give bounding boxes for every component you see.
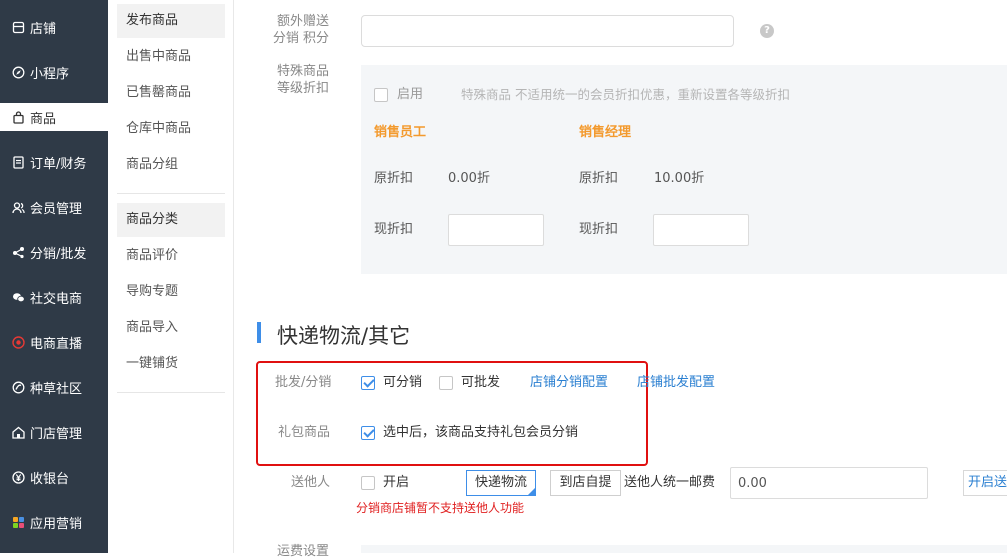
label-line: 特殊商品 [276,64,329,79]
level-name-manager: 销售经理 [579,125,632,140]
submenu-one-click-listing[interactable]: 一键铺货 [117,347,225,381]
orig-discount-label: 原折扣 [579,171,619,186]
sidebar-item-members[interactable]: 会员管理 [0,193,108,221]
label-line: 分销 积分 [272,31,329,46]
sidebar-item-label: 小程序 [30,66,70,82]
special-enable-checkbox[interactable] [374,88,388,102]
sidebar-item-miniprogram[interactable]: 小程序 [0,58,108,86]
sidebar-item-orders[interactable]: 订单/财务 [0,148,108,176]
members-icon [11,200,25,214]
can-distribute-label: 可分销 [383,375,423,390]
submenu-reviews[interactable]: 商品评价 [117,239,225,273]
level-name-staff: 销售员工 [374,125,427,140]
help-icon[interactable]: ? [760,24,774,38]
submenu-publish-product[interactable]: 发布商品 [117,4,225,38]
extra-points-input[interactable] [361,15,734,47]
sidebar-item-social[interactable]: 社交电商 [0,283,108,311]
sidebar-item-community[interactable]: 种草社区 [0,373,108,401]
can-wholesale-label: 可批发 [461,375,501,390]
freight-label: 运费设置 [277,544,330,559]
open-send-button[interactable]: 开启送 [963,470,1007,496]
submenu-warehouse[interactable]: 仓库中商品 [117,112,225,146]
orig-discount-label: 原折扣 [374,171,414,186]
sidebar-item-label: 订单/财务 [30,156,87,172]
label-line: 等级折扣 [276,81,329,96]
share-icon [11,245,25,259]
uniform-postage-label: 送他人统一邮费 [624,475,716,490]
special-hint: 特殊商品 不适用统一的会员折扣优惠，重新设置各等级折扣 [461,87,790,102]
store-distribute-config-link[interactable]: 店铺分销配置 [530,374,608,391]
submenu-sold-out[interactable]: 已售罄商品 [117,76,225,110]
postage-input[interactable]: 0.00 [730,467,928,499]
special-discount-label: 特殊商品 等级折扣 [262,63,329,97]
submenu-divider [117,392,225,393]
can-wholesale-checkbox[interactable] [439,376,453,390]
express-button[interactable]: 快递物流 [466,470,536,496]
now-discount-input-manager[interactable] [653,214,749,246]
now-discount-input-staff[interactable] [448,214,544,246]
sidebar-item-marketing[interactable]: 应用营销 [0,508,108,536]
sidebar-item-cashier[interactable]: 收银台 [0,463,108,491]
now-discount-label: 现折扣 [374,222,414,237]
gift-checkbox[interactable] [361,426,375,440]
postage-value: 0.00 [738,476,767,491]
extra-points-label: 额外赠送 分销 积分 [262,13,329,47]
submenu-categories[interactable]: 商品分类 [117,203,225,237]
wholesale-label: 批发/分销 [275,375,332,390]
sidebar-item-label: 商品 [30,111,57,127]
orig-discount-value: 0.00折 [448,171,490,186]
send-warning: 分销商店铺暂不支持送他人功能 [356,501,525,515]
now-discount-label: 现折扣 [579,222,619,237]
submenu-import[interactable]: 商品导入 [117,311,225,345]
compass-icon [11,65,25,79]
sidebar-item-label: 店铺 [30,21,57,37]
sidebar-item-label: 应用营销 [30,516,83,532]
sidebar-item-label: 分销/批发 [30,246,87,262]
community-icon [11,380,25,394]
can-distribute-checkbox[interactable] [361,376,375,390]
apps-icon [11,515,25,529]
gift-text: 选中后，该商品支持礼包会员分销 [383,425,579,440]
label-line: 额外赠送 [276,14,329,29]
submenu-divider [117,193,225,194]
sidebar-item-label: 门店管理 [30,426,83,442]
yen-icon [11,470,25,484]
sidebar-item-label: 社交电商 [30,291,83,307]
sidebar-item-products[interactable]: 商品 [0,103,108,131]
submenu-groups[interactable]: 商品分组 [117,148,225,182]
sidebar-item-label: 会员管理 [30,201,83,217]
submenu-guide-topics[interactable]: 导购专题 [117,275,225,309]
sidebar-item-label: 收银台 [30,471,70,487]
send-label: 送他人 [291,475,331,490]
gift-label: 礼包商品 [278,425,331,440]
orig-discount-value: 10.00折 [654,171,705,186]
sidebar-item-label: 种草社区 [30,381,83,397]
send-enable-label: 开启 [383,475,410,490]
store-wholesale-config-link[interactable]: 店铺批发配置 [637,374,715,391]
live-icon [11,335,25,349]
send-enable-checkbox[interactable] [361,476,375,490]
bag-icon [11,110,25,124]
pickup-button[interactable]: 到店自提 [550,470,621,496]
chat-icon [11,290,25,304]
special-enable-label: 启用 [397,87,424,102]
sidebar-item-label: 电商直播 [30,336,83,352]
submenu-on-sale[interactable]: 出售中商品 [117,40,225,74]
freight-panel [361,545,1007,553]
sidebar-item-distribution[interactable]: 分销/批发 [0,238,108,266]
sidebar-item-shops[interactable]: 门店管理 [0,418,108,446]
shop-icon [11,425,25,439]
section-title: 快递物流/其它 [277,324,411,348]
main-sidebar: 店铺 小程序 商品 订单/财务 会员管理 分销/批发 社交电商 电商直播 种草社… [0,0,108,553]
sidebar-item-live[interactable]: 电商直播 [0,328,108,356]
sidebar-item-store[interactable]: 店铺 [0,13,108,41]
section-accent-bar [257,322,261,343]
store-icon [11,20,25,34]
document-icon [11,155,25,169]
